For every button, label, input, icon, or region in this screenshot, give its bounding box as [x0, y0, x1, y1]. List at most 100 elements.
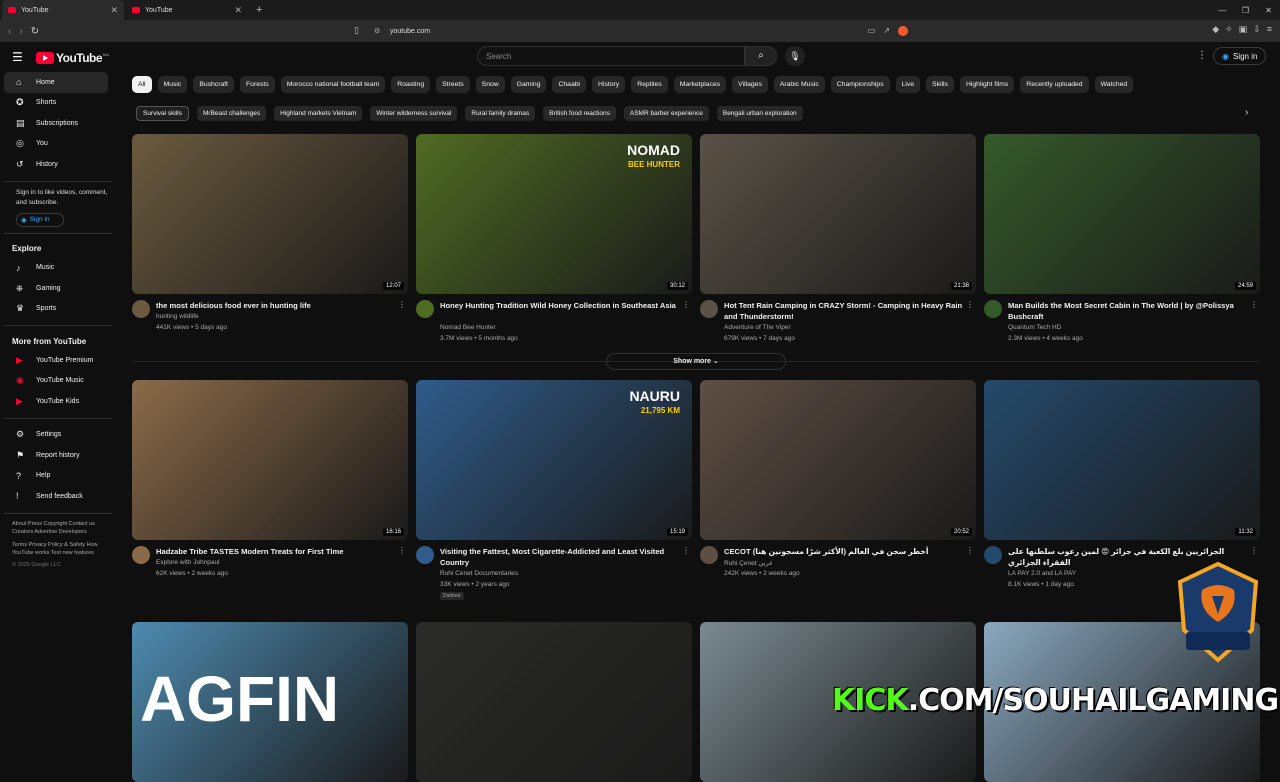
hamburger-menu-icon[interactable]: ☰	[12, 50, 23, 64]
video-thumbnail[interactable]: 16:16	[132, 380, 408, 540]
chip-streets[interactable]: Streets	[436, 76, 470, 93]
video-thumbnail[interactable]: 21:38	[700, 134, 976, 294]
url-field[interactable]: ⚙ youtube.com ▭ ↗	[370, 23, 910, 39]
sidebar-item-music-app[interactable]: ◉ YouTube Music	[4, 371, 108, 392]
video-options-icon[interactable]: ⋮	[682, 300, 690, 309]
sidebar-icon[interactable]: ▣	[1239, 24, 1248, 35]
channel-name[interactable]: Ruhi Çenet عربي	[724, 559, 773, 567]
chip-arabic-music[interactable]: Arabic Music	[773, 76, 825, 93]
show-more-button[interactable]: Show more ⌄	[606, 353, 786, 370]
video-thumbnail[interactable]: 11:32	[984, 380, 1260, 540]
footer-links-2[interactable]: Terms Privacy Policy & Safety How YouTub…	[0, 541, 110, 558]
chip-watched[interactable]: Watched	[1094, 76, 1134, 93]
video-card[interactable]: 20:52 CECOT (الأكثر شرًا مسجونين هنا) أخط…	[700, 380, 976, 604]
chip-history[interactable]: History	[592, 76, 626, 93]
chip-villages[interactable]: Villages	[732, 76, 768, 93]
channel-name[interactable]: LA PAY 2.0 and LA PAY	[1008, 570, 1076, 577]
video-options-icon[interactable]: ⋮	[398, 546, 406, 555]
video-card[interactable]: 21:38 Hot Tent Rain Camping in CRAZY Stor…	[700, 134, 976, 358]
back-icon[interactable]: ‹	[8, 26, 11, 37]
channel-avatar[interactable]	[700, 546, 718, 564]
browser-tab-1[interactable]: YouTube ✕	[2, 0, 124, 20]
channel-name[interactable]: Ruhi Cenet Documentaries	[440, 570, 518, 577]
chip-reptiles[interactable]: Reptiles	[631, 76, 668, 93]
site-info-icon[interactable]: ⚙	[374, 27, 380, 35]
browser-tab-2[interactable]: YouTube ✕	[126, 0, 248, 20]
video-title[interactable]: Hot Tent Rain Camping in CRAZY Storm! - …	[724, 300, 964, 322]
sidebar-item-settings[interactable]: ⚙ Settings	[4, 425, 108, 446]
video-options-icon[interactable]: ⋮	[966, 546, 974, 555]
channel-avatar[interactable]	[416, 546, 434, 564]
sidebar-item-report-history[interactable]: ⚑ Report history	[4, 445, 108, 466]
topic-chip-bengali-urban-exploration[interactable]: Bengali urban exploration	[716, 106, 803, 121]
menu-icon[interactable]: ≡	[1267, 24, 1272, 35]
video-card[interactable]: AGFIN	[132, 622, 408, 782]
sidebar-item-subscriptions[interactable]: ▤ Subscriptions	[4, 113, 108, 134]
channel-avatar[interactable]	[700, 300, 718, 318]
video-options-icon[interactable]: ⋮	[1250, 546, 1258, 555]
topic-chip-british-food-reactions[interactable]: British food reactions	[543, 106, 616, 121]
topic-chip-survival-skills[interactable]: Survival skills	[136, 106, 190, 121]
video-card[interactable]: NAURU 21,795 KM 15:19 Visiting the Fattest,…	[416, 380, 692, 604]
video-options-icon[interactable]: ⋮	[682, 546, 690, 555]
channel-name[interactable]: Explore with Johnpaul	[156, 559, 220, 566]
video-title[interactable]: Visiting the Fattest, Most Cigarette-Add…	[440, 546, 680, 568]
sidebar-sign-in-button[interactable]: ◉ Sign in	[16, 212, 64, 227]
channel-avatar[interactable]	[132, 546, 150, 564]
sidebar-item-you[interactable]: ◎ You	[4, 134, 108, 155]
chip-forests[interactable]: Forests	[240, 76, 275, 93]
sidebar-item-home[interactable]: ⌂ Home	[4, 72, 108, 93]
video-thumbnail[interactable]: NOMAD BEE HUNTER 30:12	[416, 134, 692, 294]
channel-name[interactable]: Adventure of The Viper	[724, 324, 791, 331]
topic-chip-rural-family-dramas[interactable]: Rural family dramas	[465, 106, 536, 121]
video-thumbnail[interactable]: 20:52	[700, 380, 976, 540]
video-title[interactable]: the most delicious food ever in hunting …	[156, 300, 396, 311]
chip-recently-uploaded[interactable]: Recently uploaded	[1020, 76, 1089, 93]
video-thumbnail[interactable]: 12:07	[132, 134, 408, 294]
channel-avatar[interactable]	[132, 300, 150, 318]
footer-links-1[interactable]: About Press Copyright Contact us Creator…	[0, 520, 110, 537]
chip-championships[interactable]: Championships	[830, 76, 890, 93]
wallet-icon[interactable]: ◆	[1212, 24, 1219, 35]
topic-chip-highland-markets-vietnam[interactable]: Highland markets Vietnam	[274, 106, 363, 121]
sidebar-item-help[interactable]: ? Help	[4, 466, 108, 487]
new-tab-icon[interactable]: +	[256, 4, 262, 16]
sidebar-item-gaming[interactable]: ⎈ Gaming	[4, 278, 108, 299]
topic-chip-mrbeast-challenges[interactable]: MrBeast challenges	[197, 106, 267, 121]
share-icon[interactable]: ↗	[883, 26, 890, 36]
video-options-icon[interactable]: ⋮	[1250, 300, 1258, 309]
sidebar-item-feedback[interactable]: ! Send feedback	[4, 486, 108, 507]
chip-all[interactable]: All	[132, 76, 152, 93]
screenshot-icon[interactable]: ▭	[868, 26, 876, 36]
chip-marketplaces[interactable]: Marketplaces	[673, 76, 727, 93]
channel-avatar[interactable]	[416, 300, 434, 318]
chip-chaabi[interactable]: Chaabi	[552, 76, 587, 93]
video-title[interactable]: CECOT (الأكثر شرًا مسجونين هنا) أخطر سجن…	[724, 546, 964, 557]
video-card[interactable]: 16:16 Hadzabe Tribe TASTES Modern Treats …	[132, 380, 408, 604]
video-thumbnail[interactable]	[416, 622, 692, 782]
minimize-icon[interactable]: —	[1211, 6, 1234, 15]
channel-name[interactable]: Quantum Tech HD	[1008, 324, 1061, 331]
close-window-icon[interactable]: ✕	[1257, 6, 1280, 15]
forward-icon[interactable]: ›	[19, 26, 22, 37]
chip-live[interactable]: Live	[895, 76, 921, 93]
youtube-logo[interactable]: YouTube MA	[36, 51, 109, 65]
close-tab-icon[interactable]: ✕	[110, 5, 118, 16]
chip-highlight-films[interactable]: Highlight films	[959, 76, 1015, 93]
video-thumbnail[interactable]: NAURU 21,795 KM 15:19	[416, 380, 692, 540]
video-title[interactable]: Honey Hunting Tradition Wild Honey Colle…	[440, 300, 680, 311]
chip-bushcraft[interactable]: Bushcraft	[193, 76, 235, 93]
channel-avatar[interactable]	[984, 300, 1002, 318]
video-card[interactable]	[416, 622, 692, 782]
sidebar-item-kids[interactable]: ▶ YouTube Kids	[4, 391, 108, 412]
extension-icon[interactable]	[898, 26, 908, 36]
video-thumbnail[interactable]: AGFIN	[132, 622, 408, 782]
video-options-icon[interactable]: ⋮	[966, 300, 974, 309]
puzzle-icon[interactable]: ✧	[1225, 24, 1233, 35]
reload-icon[interactable]: ↻	[31, 26, 39, 37]
channel-name[interactable]: hunting wildlife	[156, 313, 199, 320]
video-card[interactable]: 12:07 the most delicious food ever in hun…	[132, 134, 408, 358]
channel-name[interactable]: Nomad Bee Hunter	[440, 324, 496, 331]
restore-icon[interactable]: ❐	[1234, 6, 1257, 15]
sidebar-item-shorts[interactable]: ✪ Shorts	[4, 93, 108, 114]
